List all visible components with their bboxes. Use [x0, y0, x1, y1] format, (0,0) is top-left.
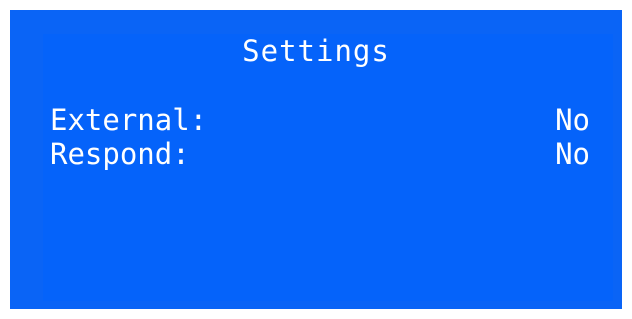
setting-row-respond[interactable]: Respond: No: [50, 139, 590, 169]
setting-label-respond: Respond:: [50, 137, 190, 171]
display-panel: Settings External: No Respond: No: [10, 10, 622, 309]
setting-value-external[interactable]: No: [555, 105, 590, 135]
setting-label-external: External:: [50, 103, 208, 137]
settings-title: Settings: [242, 34, 390, 68]
setting-value-respond[interactable]: No: [555, 139, 590, 169]
setting-row-external[interactable]: External: No: [50, 105, 590, 135]
